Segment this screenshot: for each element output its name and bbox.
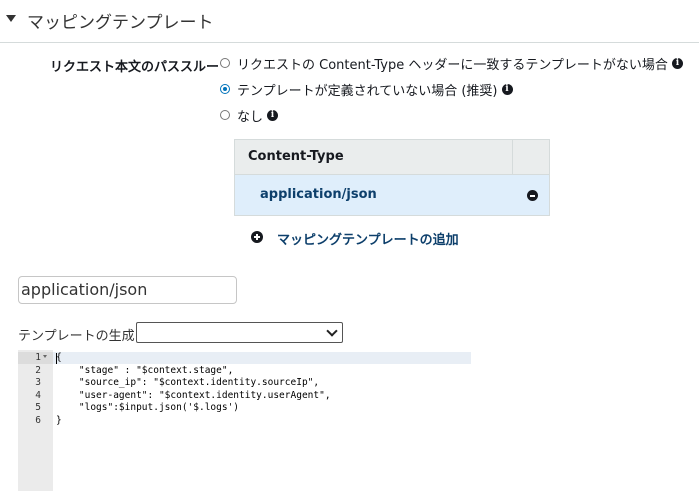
code-line[interactable]: "source_ip": "$context.identity.sourceIp… — [56, 377, 319, 390]
code-editor[interactable]: 1 2 3 4 5 6 { "stage" : "$context.stage"… — [18, 350, 471, 491]
radio-label: なし — [237, 109, 264, 125]
content-type-input[interactable]: application/json — [18, 276, 237, 304]
line-number: 4 — [35, 389, 41, 401]
line-number: 1 — [35, 352, 41, 363]
radio-button[interactable] — [220, 58, 230, 68]
column-divider — [512, 140, 513, 174]
add-mapping-template-link[interactable]: マッピングテンプレートの追加 — [277, 229, 459, 248]
code-line[interactable]: } — [56, 415, 62, 428]
template-generator-label: テンプレートの生成: — [18, 329, 139, 344]
content-type-table: Content-Type application/json — [234, 139, 550, 216]
code-line[interactable]: "logs":$input.json('$.logs') — [56, 402, 239, 415]
line-number: 5 — [35, 402, 41, 413]
add-icon[interactable] — [251, 231, 263, 243]
code-line[interactable]: "user-agent": "$context.identity.userAge… — [56, 390, 331, 403]
radio-option-never[interactable]: なし i — [220, 106, 279, 125]
section-header[interactable]: マッピングテンプレート — [0, 0, 699, 43]
line-number: 2 — [35, 364, 41, 376]
text-cursor — [56, 353, 57, 364]
info-icon[interactable]: i — [671, 57, 683, 69]
section-title: マッピングテンプレート — [27, 13, 214, 33]
fold-arrow-icon[interactable] — [43, 355, 47, 358]
radio-option-no-match[interactable]: リクエストの Content-Type ヘッダーに一致するテンプレートがない場合… — [220, 54, 683, 73]
radio-option-when-no-template[interactable]: テンプレートが定義されていない場合 (推奨) i — [220, 80, 513, 99]
remove-icon[interactable] — [527, 190, 538, 201]
passthrough-label: リクエスト本文のパススルー — [50, 60, 220, 75]
line-number: 6 — [35, 414, 41, 426]
content-type-link[interactable]: application/json — [260, 187, 377, 202]
caret-down-icon[interactable] — [6, 15, 16, 22]
chevron-down-icon — [326, 325, 338, 337]
info-icon[interactable]: i — [267, 109, 279, 121]
radio-label: テンプレートが定義されていない場合 (推奨) — [237, 83, 498, 99]
active-line-highlight — [53, 352, 471, 364]
table-row[interactable]: application/json — [235, 175, 549, 215]
info-icon[interactable]: i — [501, 83, 513, 95]
column-header-content-type: Content-Type — [248, 149, 344, 164]
radio-button[interactable] — [220, 110, 230, 120]
line-number: 3 — [35, 377, 41, 388]
table-header: Content-Type — [235, 140, 549, 175]
radio-label: リクエストの Content-Type ヘッダーに一致するテンプレートがない場合 — [237, 57, 668, 73]
code-line[interactable]: "stage" : "$context.stage", — [56, 365, 233, 378]
template-generator-select[interactable] — [136, 322, 343, 343]
radio-button-selected[interactable] — [220, 84, 230, 94]
